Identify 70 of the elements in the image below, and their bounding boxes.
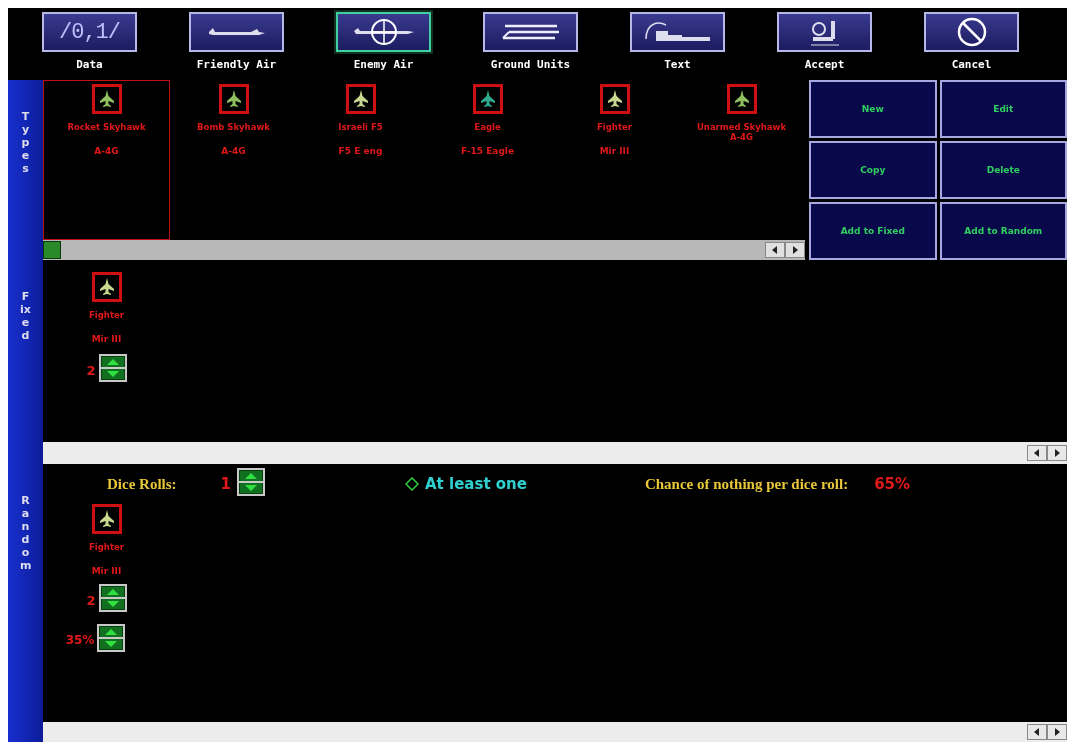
toolbar-label: Accept [804,58,845,71]
scrollbar[interactable] [43,240,805,260]
toolbar-label: Cancel [951,58,992,71]
action-button[interactable]: Add to Fixed [809,202,937,260]
toolbar-label: Ground Units [490,58,571,71]
toolbar-label: Enemy Air [353,58,414,71]
unit-icon-frame[interactable] [345,84,376,114]
toolbar-tab[interactable] [630,12,725,52]
scroll-arrows-icon[interactable] [1027,445,1067,461]
action-button[interactable]: Add to Random [939,202,1067,260]
data-icon: /0,1/ [59,19,120,45]
unit-designation: A-4G [94,146,119,156]
unit-designation: Mir III [599,146,630,156]
scroll-thumb[interactable] [43,241,61,259]
scrollbar[interactable] [43,722,1067,742]
scroll-arrows-icon[interactable] [1027,724,1067,740]
unit-name: Fighter [89,542,124,552]
action-button[interactable]: New [809,80,937,138]
unit-designation: Mir III [91,334,122,344]
unit-icon-frame[interactable] [91,272,122,302]
section-label: Fixed [20,290,31,344]
unit-name: Rocket Skyhawk [67,122,146,132]
chance-label: Chance of nothing per dice roll: [644,475,849,493]
chance-value: 65% [874,475,911,493]
unit-icon-frame[interactable] [726,84,757,114]
toolbar-label: Friendly Air [196,58,277,71]
unit-probability: 35% [65,633,95,647]
section-label: Types [20,110,31,177]
unit-name: Bomb Skyhawk [197,122,270,132]
unit-name: Israeli F5 [338,122,383,132]
toolbar-label: Data [76,58,103,71]
unit-name: Unarmed Skyhawk A-4G [695,122,788,142]
unit-type-card[interactable]: Eagle F-15 Eagle [424,80,551,240]
action-button[interactable]: Delete [939,141,1067,199]
scroll-arrows-icon[interactable] [765,242,805,258]
cancel-icon [955,16,988,48]
unit-icon-frame[interactable] [472,84,503,114]
scrollbar[interactable] [43,442,1067,464]
unit-icon-frame[interactable] [218,84,249,114]
section-label: Random [20,494,31,574]
toolbar-button[interactable] [777,12,872,52]
plane-crosshair-icon [351,17,416,47]
unit-type-card[interactable]: Unarmed Skyhawk A-4G [678,80,805,240]
unit-icon-frame[interactable] [599,84,630,114]
action-button[interactable]: Copy [809,141,937,199]
unit-designation: F-15 Eagle [460,146,515,156]
unit-count: 2 [86,362,96,378]
toolbar-tab[interactable]: /0,1/ [42,12,137,52]
dice-rolls-label: Dice Rolls: [107,475,177,493]
unit-type-card[interactable]: Bomb Skyhawk A-4G [170,80,297,240]
at-least-one-option[interactable]: At least one [405,475,527,493]
toolbar-tab[interactable] [189,12,284,52]
unit-name: Fighter [597,122,632,132]
unit-icon-frame[interactable] [91,504,122,534]
unit-designation: Mir III [91,566,122,576]
dice-rolls-value: 1 [220,475,231,493]
unit-icon-frame[interactable] [91,84,122,114]
unit-designation: A-4G [221,146,246,156]
unit-type-card[interactable]: Fighter Mir III [551,80,678,240]
unit-type-card[interactable]: Rocket Skyhawk A-4G [43,80,170,240]
toolbar-tab[interactable] [483,12,578,52]
unit-name: Fighter [89,310,124,320]
toolbar-tab[interactable] [336,12,431,52]
unit-count: 2 [86,592,96,608]
toolbar-button[interactable] [924,12,1019,52]
action-button[interactable]: Edit [939,80,1067,138]
toolbar-label: Text [664,58,691,71]
unit-type-card[interactable]: Israeli F5 F5 E eng [297,80,424,240]
unit-name: Eagle [474,122,501,132]
unit-designation: F5 E eng [338,146,383,156]
